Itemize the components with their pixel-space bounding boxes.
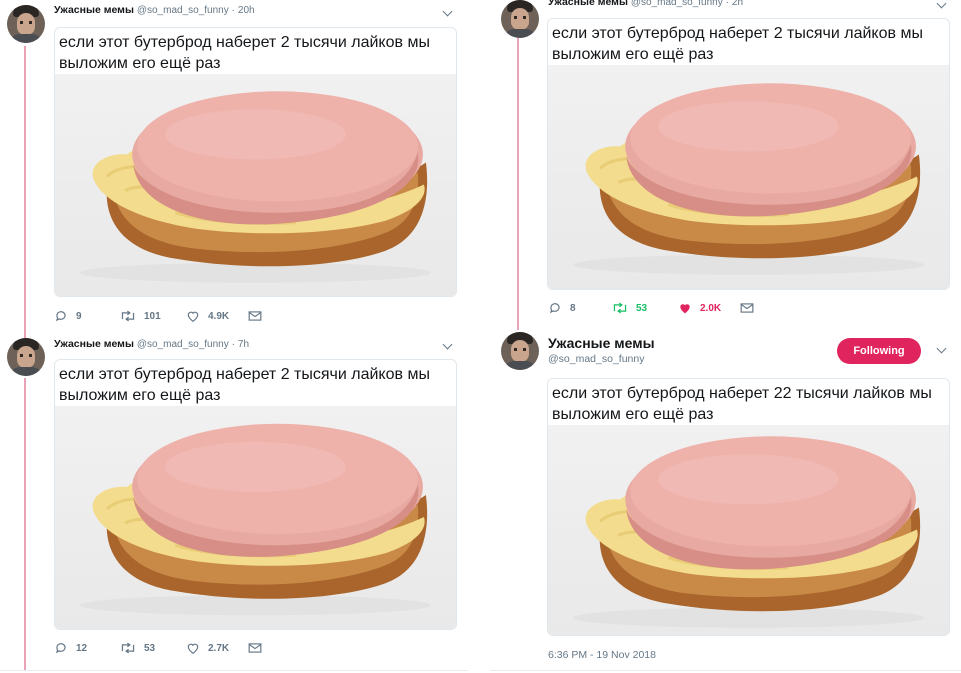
envelope-icon [740,303,754,313]
reply-count: 8 [570,302,576,314]
reply-button[interactable]: 8 [548,300,576,316]
tweet-header: Ужасные мемы @so_mad_so_funny · 7h [54,338,249,350]
like-count: 2.0K [700,302,722,314]
avatar[interactable] [7,338,45,376]
like-button[interactable]: 4.9K [186,308,229,324]
divider [0,670,468,671]
tweet-text: если этот бутерброд наберет 22 тысячи ла… [552,383,947,425]
sandwich-photo[interactable] [55,406,456,629]
dm-button[interactable] [248,308,262,324]
user-name[interactable]: Ужасные мемы [548,0,628,8]
like-button[interactable]: 2.0K [678,300,721,316]
user-name[interactable]: Ужасные мемы [54,338,134,350]
tweet-text: если этот бутерброд наберет 2 тысячи лай… [552,23,947,65]
separator: · [725,0,729,8]
reply-icon [549,303,560,314]
user-handle[interactable]: @so_mad_so_funny [548,353,644,365]
tweet-text: если этот бутерброд наберет 2 тысячи лай… [59,364,454,406]
reply-button[interactable]: 12 [54,640,87,656]
envelope-icon [248,311,262,321]
tweet-header: Ужасные мемы @so_mad_so_funny · 20h [54,4,255,16]
retweet-button[interactable]: 53 [120,640,155,656]
chevron-down-icon[interactable] [936,0,947,9]
dm-button[interactable] [248,640,262,656]
reply-count: 9 [76,310,82,322]
user-handle[interactable]: @so_mad_so_funny [137,5,229,16]
sandwich-photo[interactable] [548,425,949,635]
reply-button[interactable]: 9 [54,308,82,324]
tweet-time[interactable]: 2h [732,0,743,8]
heart-icon [187,643,199,654]
reply-count: 12 [76,642,88,654]
retweet-count: 101 [144,310,161,322]
retweet-count: 53 [636,302,648,314]
avatar[interactable] [7,5,45,43]
user-handle[interactable]: @so_mad_so_funny [631,0,723,8]
sandwich-photo[interactable] [548,65,949,289]
following-button[interactable]: Following [837,338,921,364]
reply-icon [55,643,66,654]
avatar[interactable] [501,332,539,370]
tweet-header: Ужасные мемы @so_mad_so_funny · 2h [548,0,743,8]
envelope-icon [248,643,262,653]
tweet-media-card[interactable]: если этот бутерброд наберет 22 тысячи ла… [547,378,950,636]
retweet-button[interactable]: 101 [120,308,161,324]
like-button[interactable]: 2.7K [186,640,229,656]
avatar[interactable] [501,0,539,38]
tweet-timestamp[interactable]: 6:36 PM - 19 Nov 2018 [548,649,656,661]
user-handle[interactable]: @so_mad_so_funny [137,339,229,350]
heart-icon [187,311,199,322]
divider [490,670,961,671]
retweet-icon [121,310,135,322]
separator: · [231,5,235,16]
chevron-down-icon[interactable] [442,6,453,17]
separator: · [231,339,235,350]
tweet-time[interactable]: 7h [238,339,249,350]
tweet-actions: 8 53 2.0K [548,300,948,316]
tweet-time[interactable]: 20h [238,5,255,16]
heart-icon [680,304,690,314]
tweet-media-card[interactable]: если этот бутерброд наберет 2 тысячи лай… [54,359,457,630]
user-name[interactable]: Ужасные мемы [54,4,134,16]
thread-line-right [517,38,519,330]
like-count: 4.9K [208,310,230,322]
tweet-media-card[interactable]: если этот бутерброд наберет 2 тысячи лай… [54,27,457,297]
tweet-media-card[interactable]: если этот бутерброд наберет 2 тысячи лай… [547,18,950,290]
retweet-icon [121,642,135,654]
chevron-down-icon[interactable] [936,343,947,354]
user-name[interactable]: Ужасные мемы [548,335,655,351]
tweet-actions: 12 53 2.7K [54,640,454,656]
reply-icon [55,311,66,322]
chevron-down-icon[interactable] [442,339,453,350]
tweet-text: если этот бутерброд наберет 2 тысячи лай… [59,32,454,74]
like-count: 2.7K [208,642,230,654]
retweet-icon [613,302,627,314]
tweet-actions: 9 101 4.9K [54,308,454,324]
retweet-count: 53 [144,642,156,654]
thread-line-left-lower [24,378,26,670]
sandwich-photo[interactable] [55,74,456,296]
thread-line-left [24,46,26,338]
retweet-button[interactable]: 53 [612,300,647,316]
dm-button[interactable] [740,300,754,316]
